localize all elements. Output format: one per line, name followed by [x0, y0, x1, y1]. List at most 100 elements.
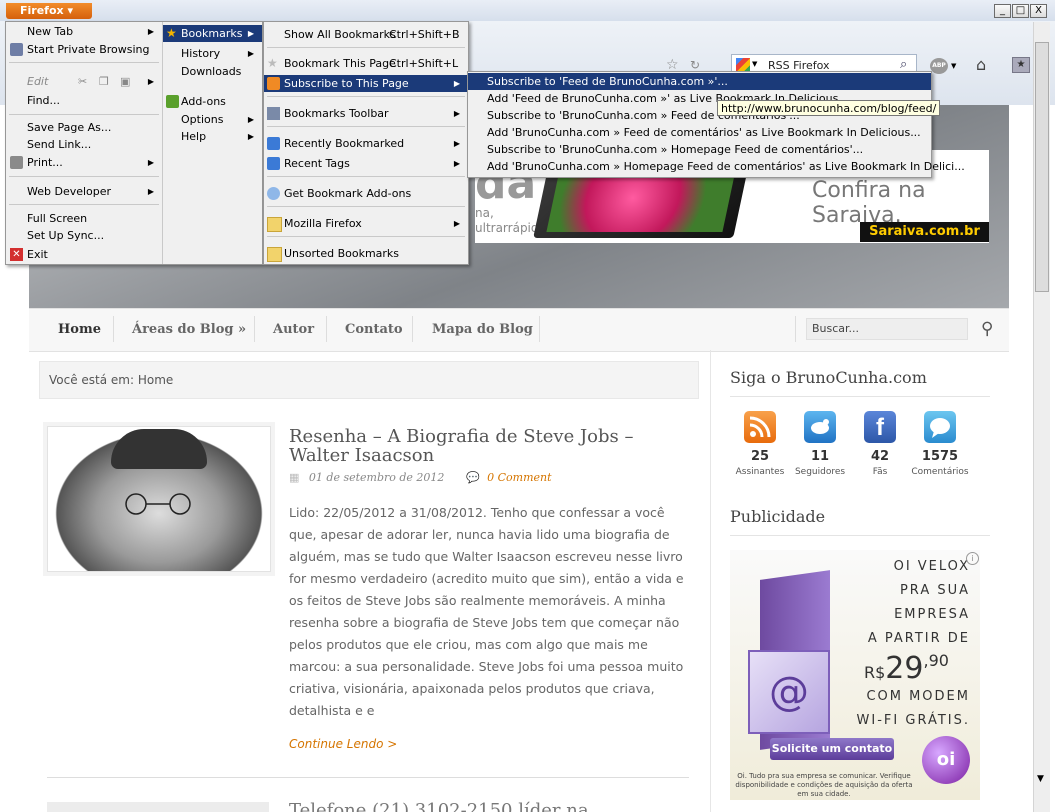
menu-edit-label: Edit — [27, 75, 49, 88]
ad-price-cents: ,90 — [923, 651, 949, 670]
tablet-screen-image — [546, 170, 736, 232]
page-scrollbar[interactable]: ▼ — [1033, 22, 1050, 812]
comment-icon: 💬 — [465, 471, 480, 484]
menu-webdev-label: Web Developer — [27, 185, 112, 198]
menu-options[interactable]: Options ▶ — [163, 111, 262, 128]
menu-find-label: Find... — [27, 94, 61, 107]
menu-new-tab[interactable]: New Tab ▶ — [6, 23, 162, 40]
feed-icon — [267, 77, 280, 90]
recent-tags[interactable]: Recent Tags ▶ — [264, 155, 468, 172]
comments-icon[interactable] — [924, 411, 956, 443]
email-cube-image: @ — [748, 650, 830, 734]
ad-price-value: 29 — [885, 651, 924, 686]
adblock-dropdown-icon[interactable]: ▼ — [951, 62, 956, 70]
subscribe-to-page[interactable]: Subscribe to This Page ▶ — [264, 75, 468, 92]
sidebar-divider — [710, 350, 711, 812]
scroll-down-icon[interactable]: ▼ — [1037, 774, 1044, 784]
menu-full-screen[interactable]: Full Screen — [6, 210, 162, 227]
continue-reading-link[interactable]: Continue Lendo > — [289, 737, 397, 751]
minimize-button[interactable]: _ — [994, 4, 1011, 18]
nav-home[interactable]: Home — [58, 322, 101, 337]
menu-private-browsing[interactable]: Start Private Browsing — [6, 41, 162, 58]
ad-line-6: WI-FI GRÁTIS. — [856, 713, 970, 728]
heading-underline — [730, 396, 990, 397]
search-go-icon[interactable]: ⌕ — [900, 57, 907, 72]
add-comments-delicious[interactable]: Add 'BrunoCunha.com » Feed de comentário… — [468, 124, 931, 141]
subscribe-homepage-label: Subscribe to 'BrunoCunha.com » Homepage … — [487, 143, 864, 156]
puzzle-icon — [166, 95, 179, 108]
nav-autor[interactable]: Autor — [273, 322, 314, 337]
menu-web-developer[interactable]: Web Developer ▶ — [6, 183, 162, 200]
toolbar-icon — [267, 107, 280, 120]
menu-addons[interactable]: Add-ons — [163, 93, 262, 110]
nav-mapa[interactable]: Mapa do Blog — [432, 322, 533, 337]
menu-find[interactable]: Find... — [6, 92, 162, 109]
next-post-title[interactable]: Telefone (21) 3102-2150 líder na Instala… — [289, 800, 689, 812]
ads-heading: Publicidade — [730, 507, 826, 526]
menu-downloads[interactable]: Downloads — [163, 63, 262, 80]
home-icon[interactable]: ⌂ — [976, 55, 986, 74]
calendar-icon: ▦ — [289, 471, 300, 484]
menu-help[interactable]: Help ▶ — [163, 128, 262, 145]
ad-info-icon[interactable]: i — [966, 552, 979, 565]
bookmarks-menu-icon[interactable]: ★ — [1012, 57, 1030, 73]
recently-bookmarked[interactable]: Recently Bookmarked ▶ — [264, 135, 468, 152]
google-engine-icon — [736, 58, 750, 72]
facebook-icon[interactable]: f — [864, 411, 896, 443]
search-icon[interactable]: ⚲ — [981, 319, 993, 339]
banner-text-1: na, — [475, 206, 494, 220]
folder-icon — [267, 217, 282, 232]
folder-icon — [267, 247, 282, 262]
show-all-bookmarks[interactable]: Show All Bookmarks Ctrl+Shift+B — [264, 26, 468, 43]
subscribe-feed[interactable]: Subscribe to 'Feed de BrunoCunha.com »'.… — [468, 73, 931, 90]
close-window-button[interactable]: X — [1030, 4, 1047, 18]
menu-history[interactable]: History ▶ — [163, 45, 262, 62]
mozilla-firefox-folder[interactable]: Mozilla Firefox ▶ — [264, 215, 468, 232]
window-titlebar — [0, 0, 1055, 22]
nav-areas[interactable]: Áreas do Blog » — [132, 322, 246, 337]
engine-dropdown-icon[interactable]: ▼ — [752, 60, 757, 68]
menu-exit[interactable]: ✕ Exit — [6, 246, 162, 263]
reload-icon[interactable]: ↻ — [690, 58, 700, 72]
post-date: 01 de setembro de 2012 — [308, 471, 445, 484]
post-thumbnail[interactable] — [47, 426, 271, 572]
menu-help-label: Help — [181, 130, 207, 143]
facebook-count: 42 — [870, 449, 890, 464]
menu-send-link[interactable]: Send Link... — [6, 136, 162, 153]
unsorted-bookmarks[interactable]: Unsorted Bookmarks — [264, 245, 468, 262]
bookmark-this-page[interactable]: ★ Bookmark This Page Ctrl+Shift+L — [264, 55, 468, 72]
subscribe-homepage-comments[interactable]: Subscribe to 'BrunoCunha.com » Homepage … — [468, 141, 931, 158]
next-post-thumbnail[interactable] — [47, 802, 269, 812]
post-title[interactable]: Resenha – A Biografia de Steve Jobs – Wa… — [289, 427, 689, 465]
menu-fullscreen-label: Full Screen — [27, 212, 88, 225]
menu-print[interactable]: Print... ▶ — [6, 154, 162, 171]
glasses-icon — [125, 493, 191, 515]
menu-edit[interactable]: Edit ✂ ❐ ▣ ▶ — [6, 73, 162, 90]
rss-icon[interactable] — [744, 411, 776, 443]
firefox-app-button-label: Firefox — [20, 4, 64, 17]
firefox-app-button[interactable]: Firefox ▾ — [6, 3, 92, 19]
rss-label: Assinantes — [735, 467, 785, 477]
bookmarks-toolbar[interactable]: Bookmarks Toolbar ▶ — [264, 105, 468, 122]
adblock-icon[interactable]: ABP — [930, 58, 948, 74]
show-all-bookmarks-label: Show All Bookmarks — [284, 28, 396, 41]
post-comments-link[interactable]: 0 Comment — [487, 471, 551, 484]
menu-bookmarks[interactable]: ★ Bookmarks ▶ — [163, 25, 262, 42]
oi-velox-ad[interactable]: @ OI VELOX PRA SUA EMPRESA A PARTIR DE R… — [730, 550, 980, 800]
add-homepage-delicious-label: Add 'BrunoCunha.com » Homepage Feed de c… — [487, 160, 965, 173]
menu-private-label: Start Private Browsing — [27, 43, 150, 56]
menu-save-page[interactable]: Save Page As... — [6, 119, 162, 136]
add-homepage-delicious[interactable]: Add 'BrunoCunha.com » Homepage Feed de c… — [468, 158, 965, 175]
banner-headline: Confira na Saraiva. — [812, 178, 926, 228]
twitter-icon[interactable] — [804, 411, 836, 443]
nav-contato[interactable]: Contato — [345, 322, 403, 337]
ad-contact-button[interactable]: Solicite um contato — [770, 738, 894, 760]
nav-divider — [254, 316, 255, 342]
firefox-main-menu: New Tab ▶ Start Private Browsing Edit ✂ ❐ ▣ ▶… — [5, 21, 263, 265]
menu-history-label: History — [181, 47, 221, 60]
menu-sync[interactable]: Set Up Sync... — [6, 227, 162, 244]
scrollbar-thumb[interactable] — [1035, 42, 1049, 292]
site-search-input[interactable]: Buscar... — [806, 318, 968, 340]
maximize-button[interactable]: □ — [1012, 4, 1029, 18]
get-bookmark-addons[interactable]: Get Bookmark Add-ons — [264, 185, 468, 202]
